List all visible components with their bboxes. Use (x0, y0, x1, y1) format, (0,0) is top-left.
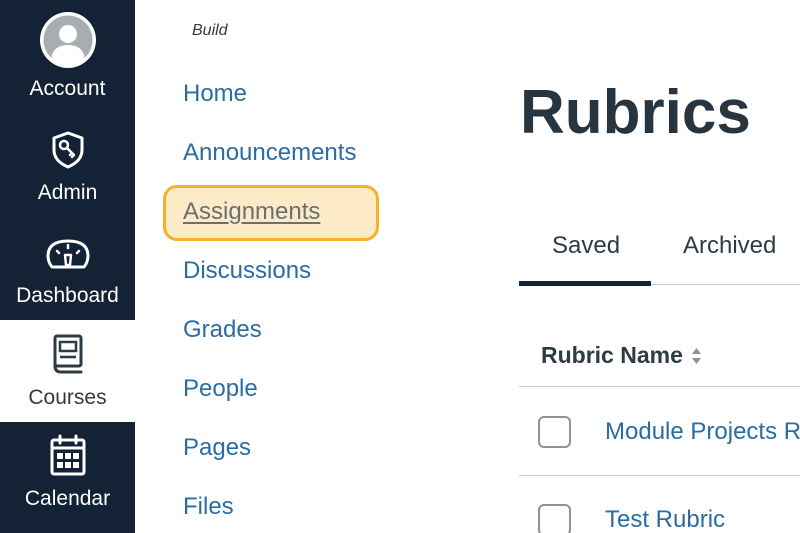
global-nav-account-label: Account (29, 77, 106, 100)
global-nav-dashboard[interactable]: Dashboard (0, 218, 135, 320)
course-nav-home[interactable]: Home (183, 80, 247, 108)
global-navigation: Account Admin Dashboard Courses Calendar (0, 0, 135, 533)
course-nav-heading: Build (192, 22, 228, 39)
course-nav-people[interactable]: People (183, 375, 258, 403)
table-row-divider (519, 475, 800, 476)
rubric-name-link[interactable]: Test Rubric (605, 506, 725, 533)
row-checkbox[interactable] (538, 504, 571, 533)
tab-saved[interactable]: Saved (552, 232, 620, 260)
course-nav-files[interactable]: Files (183, 493, 234, 521)
avatar-icon (38, 10, 98, 70)
rubric-name-link[interactable]: Module Projects R (605, 418, 800, 446)
global-nav-dashboard-label: Dashboard (16, 284, 119, 307)
speedometer-icon (45, 233, 91, 273)
global-nav-courses-label: Courses (28, 386, 107, 409)
page-title: Rubrics (520, 78, 751, 147)
calendar-icon (48, 434, 88, 478)
selected-tab-indicator (519, 281, 651, 286)
course-nav-pages[interactable]: Pages (183, 434, 251, 462)
global-nav-account[interactable]: Account (0, 0, 135, 116)
global-nav-calendar[interactable]: Calendar (0, 422, 135, 533)
course-nav-assignments[interactable]: Assignments (183, 198, 320, 226)
course-nav-announcements[interactable]: Announcements (183, 139, 356, 167)
table-header-divider (519, 386, 800, 387)
global-nav-courses[interactable]: Courses (0, 320, 135, 422)
shield-key-icon (48, 130, 88, 170)
book-icon (48, 333, 88, 375)
column-header-label: Rubric Name (541, 342, 683, 368)
row-checkbox[interactable] (538, 416, 571, 448)
global-nav-admin-label: Admin (37, 181, 98, 204)
tab-archived[interactable]: Archived (683, 232, 776, 260)
course-nav-discussions[interactable]: Discussions (183, 257, 311, 285)
course-navigation: Build Home Announcements Assignments Dis… (135, 0, 515, 533)
global-nav-calendar-label: Calendar (24, 487, 111, 510)
global-nav-admin[interactable]: Admin (0, 116, 135, 218)
column-header-rubric-name[interactable]: Rubric Name (541, 342, 702, 369)
course-nav-grades[interactable]: Grades (183, 316, 262, 344)
sort-icon (691, 347, 702, 365)
